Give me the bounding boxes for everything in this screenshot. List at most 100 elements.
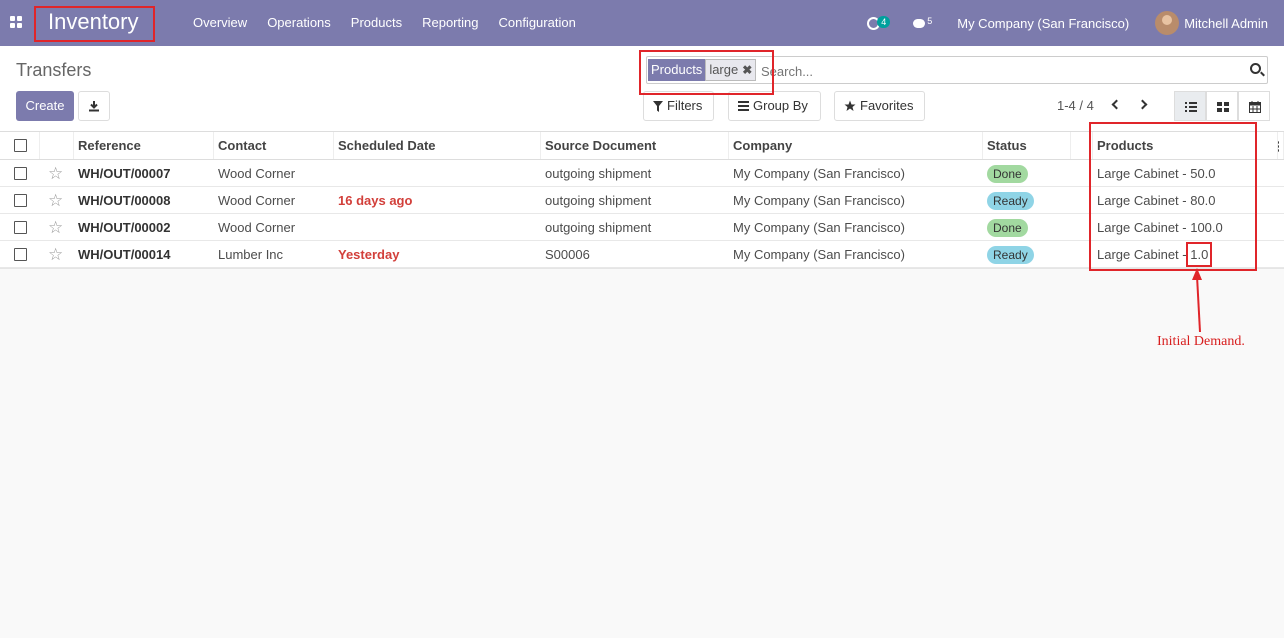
group-by-button[interactable]: Group By — [728, 91, 821, 121]
star-icon[interactable]: ☆ — [44, 245, 63, 264]
cell-contact: Wood Corner — [218, 166, 296, 181]
activity-button[interactable]: 4 — [867, 13, 891, 33]
avatar[interactable] — [1155, 11, 1180, 35]
chevron-right-icon — [1137, 99, 1148, 110]
calendar-icon — [1249, 101, 1261, 113]
user-menu[interactable]: Mitchell Admin — [1184, 16, 1268, 31]
cell-contact: Wood Corner — [218, 220, 296, 235]
annotation-note: Initial Demand. — [1157, 334, 1245, 349]
optional-columns-toggle[interactable] — [1278, 132, 1284, 159]
menu-reporting[interactable]: Reporting — [422, 15, 478, 30]
cell-contact: Wood Corner — [218, 193, 296, 208]
header-reference[interactable]: Reference — [74, 132, 214, 159]
status-badge: Ready — [987, 246, 1034, 264]
pager-previous-button[interactable] — [1110, 94, 1124, 116]
cell-source-document: outgoing shipment — [545, 193, 652, 208]
page-title: Transfers — [16, 60, 92, 80]
app-name-highlight — [34, 6, 155, 42]
annotation-arrow — [1192, 268, 1202, 333]
cell-status: Ready — [983, 187, 1071, 213]
row-star-cell: ☆ — [40, 160, 74, 186]
star-icon[interactable]: ☆ — [44, 191, 63, 210]
activity-count-badge: 4 — [877, 16, 891, 28]
download-button[interactable] — [78, 91, 110, 121]
row-checkbox[interactable] — [14, 194, 27, 208]
cell-source-document: outgoing shipment — [545, 220, 652, 235]
cell-source-document: outgoing shipment — [545, 166, 652, 181]
menu-products[interactable]: Products — [351, 15, 402, 30]
kanban-view-button[interactable] — [1206, 91, 1238, 121]
row-star-cell: ☆ — [40, 214, 74, 240]
cell-scheduled-date — [334, 214, 541, 240]
status-badge: Done — [987, 165, 1028, 183]
cell-status: Ready — [983, 241, 1071, 267]
row-checkbox[interactable] — [14, 167, 27, 181]
message-count: 5 — [927, 16, 933, 26]
favorites-label: Favorites — [860, 98, 914, 113]
status-badge: Done — [987, 219, 1028, 237]
cell-reference: WH/OUT/00014 — [78, 247, 171, 262]
top-navbar: Inventory Overview Operations Products R… — [0, 0, 1284, 46]
row-select-cell — [0, 160, 40, 186]
filters-button[interactable]: Filters — [643, 91, 714, 121]
star-icon[interactable]: ☆ — [44, 218, 63, 237]
menu-configuration[interactable]: Configuration — [498, 15, 575, 30]
search-facet-highlight — [639, 50, 774, 95]
cell-status: Done — [983, 214, 1071, 240]
row-checkbox[interactable] — [14, 248, 27, 262]
search-icon[interactable] — [1250, 63, 1261, 74]
cell-reference: WH/OUT/00007 — [78, 166, 171, 181]
status-badge: Ready — [987, 192, 1034, 210]
main-menu: Overview Operations Products Reporting C… — [193, 15, 576, 30]
pager-value[interactable]: 1-4 / 4 — [1057, 98, 1094, 113]
apps-menu-icon[interactable] — [10, 16, 22, 28]
list-icon — [1185, 102, 1197, 112]
header-contact[interactable]: Contact — [214, 132, 334, 159]
calendar-view-button[interactable] — [1238, 91, 1270, 121]
star-icon — [844, 100, 856, 111]
download-icon — [89, 101, 99, 112]
select-all-checkbox[interactable] — [14, 139, 27, 153]
search-input[interactable] — [761, 61, 1241, 81]
kebab-icon — [1278, 141, 1279, 152]
kanban-icon — [1217, 102, 1229, 112]
row-select-cell — [0, 214, 40, 240]
navbar-systray: 4 5 My Company (San Francisco) Mitchell … — [867, 8, 1268, 38]
quantity-highlight — [1186, 242, 1212, 267]
pager-next-button[interactable] — [1137, 94, 1152, 116]
cell-scheduled-date — [334, 160, 541, 186]
header-source-document[interactable]: Source Document — [541, 132, 729, 159]
row-select-cell — [0, 187, 40, 213]
chat-bubble-icon — [913, 19, 926, 28]
row-checkbox[interactable] — [14, 221, 27, 235]
select-all-cell — [0, 132, 40, 159]
cell-reference: WH/OUT/00008 — [78, 193, 171, 208]
header-company[interactable]: Company — [729, 132, 983, 159]
company-switcher[interactable]: My Company (San Francisco) — [957, 16, 1129, 31]
cell-trailing — [1278, 241, 1284, 267]
bars-icon — [738, 101, 749, 111]
cell-scheduled-date: Yesterday — [338, 247, 400, 262]
cell-trailing — [1278, 214, 1284, 240]
cell-company: My Company (San Francisco) — [733, 166, 905, 181]
filters-label: Filters — [667, 98, 703, 113]
menu-overview[interactable]: Overview — [193, 15, 247, 30]
cell-company: My Company (San Francisco) — [733, 247, 905, 262]
cell-company: My Company (San Francisco) — [733, 220, 905, 235]
menu-operations[interactable]: Operations — [267, 15, 331, 30]
star-icon[interactable]: ☆ — [44, 164, 63, 183]
group-by-label: Group By — [753, 98, 808, 113]
messages-button[interactable]: 5 — [913, 13, 933, 33]
cell-trailing — [1278, 187, 1284, 213]
products-column-highlight — [1089, 122, 1257, 271]
favorites-button[interactable]: Favorites — [834, 91, 925, 121]
cell-company: My Company (San Francisco) — [733, 193, 905, 208]
cell-scheduled-date: 16 days ago — [338, 193, 413, 208]
list-view-button[interactable] — [1174, 91, 1206, 121]
cell-reference: WH/OUT/00002 — [78, 220, 171, 235]
cell-contact: Lumber Inc — [218, 247, 284, 262]
create-button[interactable]: Create — [16, 91, 74, 121]
header-status[interactable]: Status — [983, 132, 1071, 159]
cell-source-document: S00006 — [545, 247, 590, 262]
header-scheduled-date[interactable]: Scheduled Date — [334, 132, 541, 159]
